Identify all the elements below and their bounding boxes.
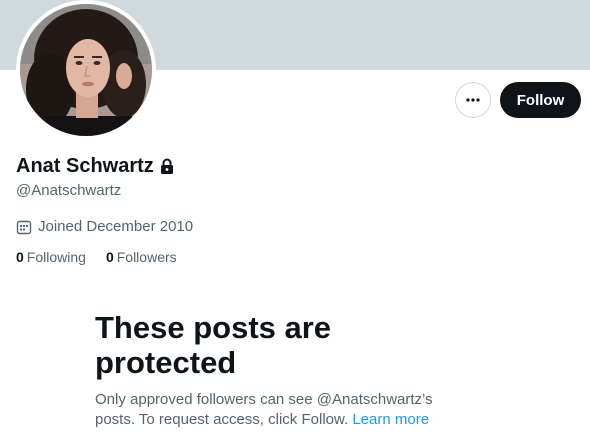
following-count: 0 (16, 249, 24, 265)
avatar-photo (20, 4, 152, 136)
follow-stats: 0 Following 0 Followers (16, 249, 197, 265)
followers-count: 0 (105, 249, 114, 265)
learn-more-link[interactable]: Learn more (352, 411, 429, 428)
calendar-icon (16, 219, 32, 235)
following-link[interactable]: 0 Following (16, 249, 86, 265)
profile-page: Follow Anat Schwartz @Anatschwartz Joine… (0, 0, 590, 440)
following-label: Following (26, 249, 86, 265)
protected-notice: These posts are protected Only approved … (95, 310, 475, 430)
protected-title: These posts are protected (95, 310, 332, 380)
followers-label: Followers (116, 249, 177, 265)
lock-icon (160, 158, 174, 174)
profile-handle: @Anatschwartz (16, 182, 122, 199)
display-name: Anat Schwartz (16, 155, 154, 177)
protected-description: Only approved followers can see @Anatsch… (95, 390, 475, 430)
more-options-button[interactable] (455, 82, 491, 118)
joined-text: Joined December 2010 (38, 218, 194, 235)
followers-link[interactable]: 0 Followers (106, 249, 177, 265)
more-horizontal-icon (466, 98, 480, 102)
avatar[interactable] (16, 0, 156, 140)
follow-button[interactable]: Follow (500, 82, 581, 118)
profile-name-row: Anat Schwartz (16, 154, 174, 178)
joined-date: Joined December 2010 (16, 218, 193, 235)
